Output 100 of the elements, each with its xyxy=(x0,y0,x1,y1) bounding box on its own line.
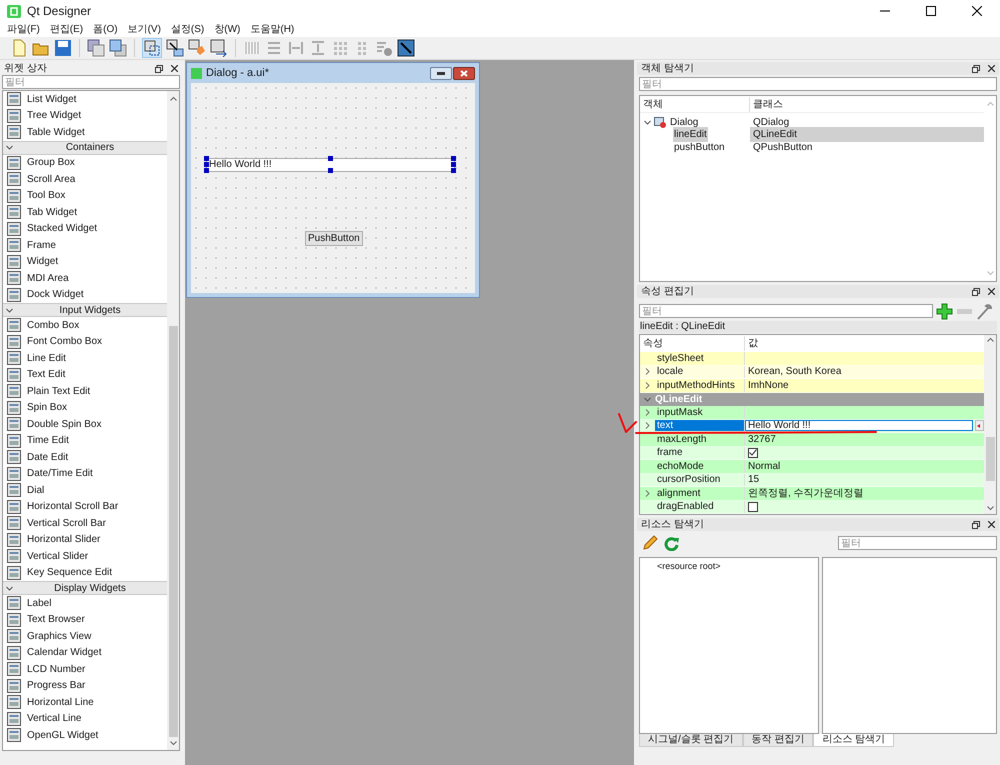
property-name[interactable]: inputMask xyxy=(655,406,744,418)
line-edit[interactable]: Hello World !!! xyxy=(206,158,455,172)
widget-item[interactable]: List Widget xyxy=(27,92,76,107)
widget-item[interactable]: Graphics View xyxy=(27,628,92,644)
widget-item[interactable]: Date Edit xyxy=(27,450,68,465)
widget-item[interactable]: Combo Box xyxy=(27,318,80,333)
property-name[interactable]: frame xyxy=(655,447,744,458)
widget-editing-mode-icon[interactable] xyxy=(142,38,162,58)
tab[interactable]: 동작 편집기 xyxy=(742,734,814,747)
widget-item[interactable]: Progress Bar xyxy=(27,678,86,694)
widget-item[interactable]: Dial xyxy=(27,482,44,498)
widget-item[interactable]: Key Sequence Edit xyxy=(27,565,112,580)
selection-handle[interactable] xyxy=(204,162,209,167)
reset-button[interactable] xyxy=(975,420,984,432)
adjust-size-icon[interactable] xyxy=(397,39,415,57)
widget-item[interactable]: Line Edit xyxy=(27,350,66,366)
minimize-button[interactable] xyxy=(430,66,452,80)
wrench-icon[interactable] xyxy=(976,302,992,320)
selection-handle[interactable] xyxy=(451,168,456,173)
selection-handle[interactable] xyxy=(204,168,209,173)
filter-field[interactable]: 필터 xyxy=(639,304,933,318)
tree-item[interactable]: pushButton xyxy=(673,140,726,155)
close-icon[interactable] xyxy=(988,288,995,295)
widget-item[interactable]: Vertical Line xyxy=(27,711,82,726)
widget-item[interactable]: Vertical Slider xyxy=(27,548,88,564)
property-row-background[interactable]: locale Korean, South Korea xyxy=(640,366,984,379)
property-name[interactable]: locale xyxy=(655,366,744,378)
property-name[interactable]: alignment xyxy=(655,488,744,499)
widget-item[interactable]: Group Box xyxy=(27,155,75,170)
widget-item[interactable]: Tree Widget xyxy=(27,108,82,124)
widget-item[interactable]: OpenGL Widget xyxy=(27,728,98,743)
tab-order-mode-icon[interactable] xyxy=(210,39,228,57)
property-row-background[interactable]: maxLength 32767 xyxy=(640,433,984,446)
filter-field[interactable]: 필터 xyxy=(838,536,997,550)
pencil-icon[interactable] xyxy=(642,535,658,551)
property-row-background[interactable]: styleSheet xyxy=(640,352,984,366)
widget-item[interactable]: Horizontal Scroll Bar xyxy=(27,499,118,514)
value-field[interactable]: Hello World !!! xyxy=(745,420,973,432)
tree-item[interactable]: <resource root> xyxy=(657,560,721,574)
widget-item[interactable]: Tab Widget xyxy=(27,204,78,220)
float-icon[interactable] xyxy=(972,64,980,72)
reload-icon[interactable] xyxy=(664,536,679,550)
property-name[interactable]: inputMethodHints xyxy=(655,380,744,391)
filter-field[interactable]: 필터 xyxy=(639,77,997,91)
bring-to-front-icon[interactable] xyxy=(109,39,127,57)
column-header[interactable]: 객체 xyxy=(640,96,750,112)
selection-handle[interactable] xyxy=(451,162,456,167)
widget-item[interactable]: Dock Widget xyxy=(27,287,84,302)
selection-handle[interactable] xyxy=(451,156,456,161)
property-row-background[interactable]: cursorPosition 15 xyxy=(640,474,984,487)
close-button[interactable] xyxy=(453,66,475,80)
float-icon[interactable] xyxy=(972,520,980,528)
signal-slot-mode-icon[interactable] xyxy=(166,39,184,57)
widget-item[interactable]: Widget xyxy=(27,254,58,270)
widget-item[interactable]: Double Spin Box xyxy=(27,416,102,432)
property-name[interactable]: echoMode xyxy=(655,460,744,472)
float-icon[interactable] xyxy=(155,64,163,72)
close-icon[interactable] xyxy=(988,521,995,528)
column-header[interactable]: 값 xyxy=(745,336,761,351)
property-row-background[interactable]: echoMode Normal xyxy=(640,460,984,474)
widget-item[interactable]: Text Edit xyxy=(27,367,66,382)
save-icon[interactable] xyxy=(54,39,72,57)
widget-item[interactable]: Scroll Area xyxy=(27,172,76,187)
widget-item[interactable]: Plain Text Edit xyxy=(27,384,90,399)
property-name[interactable]: dragEnabled xyxy=(655,501,744,512)
widget-item[interactable]: Frame xyxy=(27,238,56,253)
scrollbar-thumb[interactable] xyxy=(986,437,994,481)
widget-item[interactable]: Stacked Widget xyxy=(27,221,98,236)
send-to-back-icon[interactable] xyxy=(87,39,105,57)
filter-field[interactable]: 필터 xyxy=(2,75,180,89)
push-button[interactable]: PushButton xyxy=(305,231,363,246)
add-icon[interactable] xyxy=(936,302,953,320)
widget-item[interactable]: Horizontal Line xyxy=(27,694,94,710)
close-icon[interactable] xyxy=(988,65,995,72)
menu-item[interactable]: 창(W) xyxy=(209,22,246,37)
tab[interactable]: 리소스 탐색기 xyxy=(813,734,894,747)
tree-item[interactable]: Dialog xyxy=(669,114,700,130)
property-row-background[interactable]: frame xyxy=(640,446,984,460)
selection-handle[interactable] xyxy=(204,156,209,161)
menu-item[interactable]: 파일(F) xyxy=(2,22,45,37)
widget-item[interactable]: Font Combo Box xyxy=(27,334,102,350)
buddy-mode-icon[interactable] xyxy=(188,39,206,57)
menu-item[interactable]: 도움말(H) xyxy=(245,22,300,37)
column-header[interactable]: 클래스 xyxy=(750,96,786,112)
menu-item[interactable]: 보기(V) xyxy=(122,22,166,37)
property-name[interactable]: text xyxy=(655,420,744,432)
menu-item[interactable]: 편집(E) xyxy=(44,22,88,37)
widget-item[interactable]: Calendar Widget xyxy=(27,645,102,660)
tab[interactable]: 시그널/슬롯 편집기 xyxy=(639,734,743,747)
selection-handle[interactable] xyxy=(328,156,333,161)
widget-item[interactable]: Tool Box xyxy=(27,188,66,204)
checkbox[interactable] xyxy=(748,448,758,458)
property-name[interactable]: maxLength xyxy=(655,434,744,445)
widget-item[interactable]: Text Browser xyxy=(27,612,85,628)
property-name[interactable]: styleSheet xyxy=(655,352,744,364)
menu-item[interactable]: 설정(S) xyxy=(166,22,210,37)
property-row-background[interactable]: dragEnabled xyxy=(640,500,984,514)
widget-item[interactable]: Time Edit xyxy=(27,433,69,448)
property-row-background[interactable]: inputMethodHints ImhNone xyxy=(640,379,984,392)
widget-item[interactable]: Table Widget xyxy=(27,124,85,140)
